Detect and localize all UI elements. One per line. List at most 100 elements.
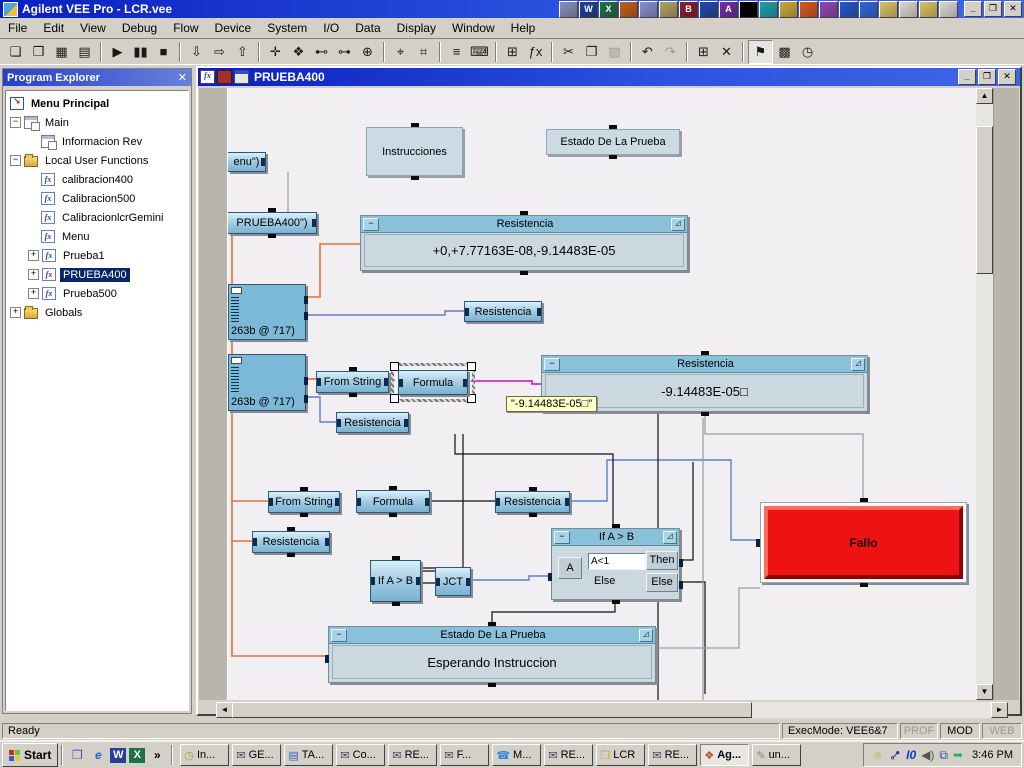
tree-item-local-user-functions[interactable]: −Local User Functions (6, 151, 188, 170)
chevron-icon[interactable]: » (148, 746, 166, 764)
print-icon[interactable]: ▤ (73, 41, 96, 63)
tree-item-informacion-rev[interactable]: Informacion Rev (6, 132, 188, 151)
menu-debug[interactable]: Debug (114, 19, 165, 37)
tree-item-prueba500[interactable]: +fxPrueba500 (6, 284, 188, 303)
task-re[interactable]: ✉RE... (648, 744, 697, 766)
expander-plus-icon[interactable]: + (28, 288, 39, 299)
tree-item-calibracion500[interactable]: fxCalibracion500 (6, 189, 188, 208)
task-in[interactable]: ◷In... (180, 744, 229, 766)
tree-item-main[interactable]: −Main (6, 113, 188, 132)
internet-explorer-icon[interactable]: e (89, 746, 107, 764)
scroll-left-icon[interactable]: ◄ (216, 702, 233, 718)
redo-icon[interactable]: ↷ (659, 41, 682, 63)
selection-handle[interactable] (390, 394, 399, 403)
connect-icon[interactable]: ⊶ (333, 41, 356, 63)
add-object-icon[interactable]: ⊷ (310, 41, 333, 63)
block-minimize-button[interactable]: − (331, 629, 347, 642)
vertical-scrollbar[interactable]: ▲ ▼ (976, 88, 993, 700)
block-resistencia-label-1[interactable]: Resistencia (464, 301, 542, 322)
restore-button[interactable]: ❐ (984, 1, 1002, 17)
start-button[interactable]: Start (2, 743, 58, 767)
block-if-a-gt-b-small[interactable]: If A > B (370, 560, 421, 602)
block-from-string-2[interactable]: From String (268, 491, 340, 513)
folder-2-icon[interactable] (919, 1, 938, 18)
access-icon[interactable]: B (679, 1, 698, 18)
show-desktop-icon[interactable]: ❐ (68, 746, 86, 764)
task-lcr[interactable]: ❒LCR (596, 744, 645, 766)
mdi-minimize-button[interactable]: _ (958, 69, 976, 85)
function-icon[interactable]: ƒx (524, 41, 547, 63)
find-next-icon[interactable]: ⌗ (412, 41, 435, 63)
block-resistencia-label-2[interactable]: Resistencia (336, 412, 409, 433)
call-stack-icon[interactable]: ❖ (287, 41, 310, 63)
new-icon[interactable]: ❏ (4, 41, 27, 63)
task-ta[interactable]: ▤TA... (284, 744, 333, 766)
block-formula-2[interactable]: Formula (356, 490, 430, 513)
close-button[interactable]: ✕ (1004, 1, 1022, 17)
media-icon[interactable] (759, 1, 778, 18)
menu-view[interactable]: View (72, 19, 114, 37)
mdi-restore-button[interactable]: ❐ (978, 69, 996, 85)
block-jct[interactable]: JCT (435, 567, 471, 596)
block-resistencia-label-4[interactable]: Resistencia (252, 531, 330, 553)
tree-item-menu-principal[interactable]: Menu Principal (6, 94, 188, 113)
block-resize-handle[interactable]: ◿ (671, 218, 685, 231)
tree-item-globals[interactable]: +Globals (6, 303, 188, 322)
document-2-icon[interactable] (939, 1, 958, 18)
shortcut-bar-icon[interactable] (559, 1, 578, 18)
excel-icon[interactable]: X (129, 748, 145, 763)
open-icon[interactable]: ❒ (27, 41, 50, 63)
task-ge[interactable]: ✉GE... (232, 744, 281, 766)
task-un[interactable]: ✎un... (752, 744, 801, 766)
selection-handle[interactable] (467, 394, 476, 403)
dialog-icon[interactable]: ⊞ (501, 41, 524, 63)
schedule-icon[interactable] (619, 1, 638, 18)
expander-minus-icon[interactable]: − (10, 155, 21, 166)
task-f[interactable]: ✉F... (440, 744, 489, 766)
menu-data[interactable]: Data (347, 19, 388, 37)
selection-handle[interactable] (467, 362, 476, 371)
block-instrucciones[interactable]: Instrucciones (366, 127, 463, 176)
find-icon[interactable]: ⌖ (389, 41, 412, 63)
block-if-a-gt-b-expanded[interactable]: −If A > B◿ A A<1 Else Then Else (551, 528, 680, 600)
block-instrument-4263b-2[interactable]: 263b @ 717) (228, 354, 306, 411)
block-from-string-1[interactable]: From String (316, 371, 389, 393)
vertical-scroll-thumb[interactable] (976, 126, 993, 274)
task-re[interactable]: ✉RE... (388, 744, 437, 766)
expander-minus-icon[interactable]: − (10, 117, 21, 128)
if-condition-field[interactable]: A<1 (588, 553, 646, 570)
block-formula-1-selected[interactable]: Formula (391, 363, 475, 402)
block-estado-expanded[interactable]: −Estado De La Prueba◿ Esperando Instrucc… (328, 626, 656, 683)
pause-icon[interactable]: ▮▮ (129, 41, 152, 63)
word-icon[interactable]: W (110, 748, 126, 763)
chart-icon[interactable] (699, 1, 718, 18)
expander-plus-icon[interactable]: + (28, 250, 39, 261)
program-explorer-header[interactable]: Program Explorer ✕ (3, 69, 191, 86)
block-minimize-button[interactable]: − (544, 358, 560, 371)
block-resize-handle[interactable]: ◿ (663, 531, 677, 544)
ghost-icon[interactable]: ☻ (872, 749, 885, 761)
volume-icon[interactable]: ◀) (921, 749, 934, 761)
expander-plus-icon[interactable]: + (28, 269, 39, 280)
run-icon[interactable]: ▶ (106, 41, 129, 63)
tree-item-prueba400[interactable]: +fxPRUEBA400 (6, 265, 188, 284)
globe-icon[interactable] (839, 1, 858, 18)
mdi-close-button[interactable]: ✕ (998, 69, 1016, 85)
block-resize-handle[interactable]: ◿ (639, 629, 653, 642)
dialer-key-icon[interactable]: ⊶ (887, 747, 904, 764)
object-properties-icon[interactable]: ▩ (773, 41, 796, 63)
properties-icon[interactable]: ≡ (445, 41, 468, 63)
separator-icon[interactable] (739, 1, 758, 18)
fire-icon[interactable] (799, 1, 818, 18)
word-icon[interactable]: W (579, 1, 598, 18)
excel-icon[interactable]: X (599, 1, 618, 18)
block-resistencia-label-3[interactable]: Resistencia (495, 491, 570, 513)
menu-i-o[interactable]: I/O (315, 19, 347, 37)
block-call-menu-partial[interactable]: enu") (228, 152, 266, 172)
task-m[interactable]: ☎M... (492, 744, 541, 766)
if-input-terminal[interactable]: A (558, 557, 582, 579)
delete-wires-icon[interactable]: ✕ (715, 41, 738, 63)
menu-edit[interactable]: Edit (35, 19, 72, 37)
fallo-indicator[interactable]: Fallo (764, 506, 963, 579)
binder-icon[interactable] (639, 1, 658, 18)
